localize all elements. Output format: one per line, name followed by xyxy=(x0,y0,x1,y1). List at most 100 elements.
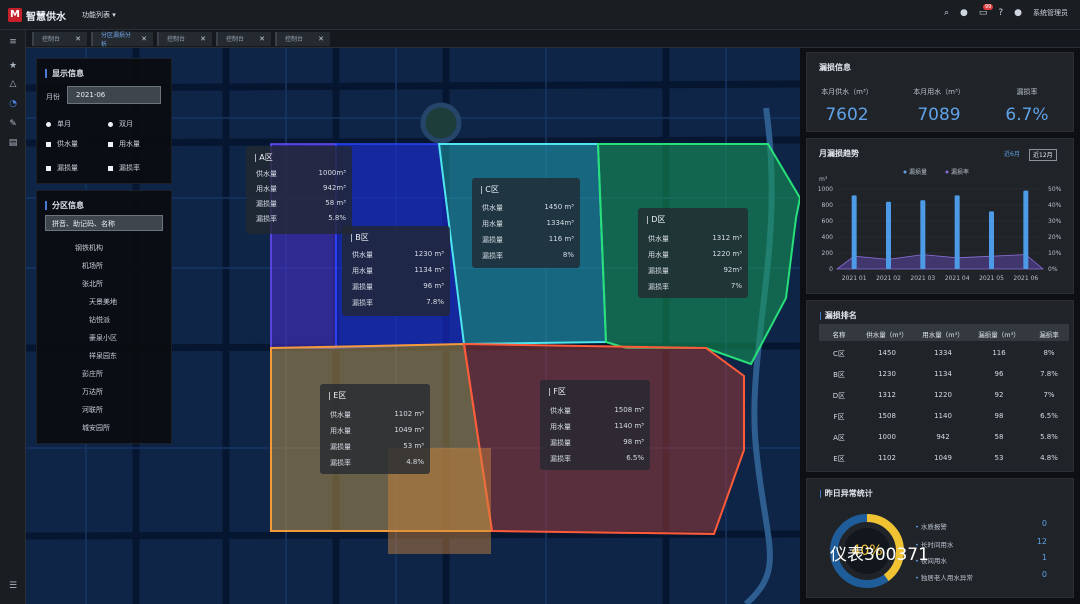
check-loss[interactable]: 漏损量 xyxy=(46,163,78,173)
abnormal-row-elderly[interactable]: • 独居老人用水异常 xyxy=(915,572,973,582)
col-name: 名称 xyxy=(832,331,846,339)
tab-leakage-analysis[interactable]: 分区漏损分析 ✕ xyxy=(91,31,153,48)
zone-card-d[interactable]: | D区 供水量 1312 m³ 用水量 1220 m³ 漏损量 92m³ 漏损… xyxy=(638,208,748,298)
ranking-cell: 6.5% xyxy=(1040,412,1058,420)
ranking-cell: 1230 xyxy=(878,370,896,378)
check-supply[interactable]: 供水量 xyxy=(46,139,78,149)
tab-console-4[interactable]: 控制台 ✕ xyxy=(275,31,330,46)
zone-card-e[interactable]: | E区 供水量 1102 m³ 用水量 1049 m³ 漏损量 53 m³ 漏… xyxy=(320,384,430,474)
y2-tick-label: 30% xyxy=(1048,218,1062,225)
loss-bar xyxy=(851,195,857,269)
tab-console-2[interactable]: 控制台 ✕ xyxy=(157,31,212,46)
col-loss: 漏损量（m³） xyxy=(978,331,1020,339)
partition-search-input[interactable]: 拼音、助记码、名称 xyxy=(45,215,163,231)
rate-label: 漏损率 xyxy=(352,299,373,307)
period-12m-button[interactable]: 近12月 xyxy=(1029,149,1057,161)
user-name[interactable]: 系统管理员 xyxy=(1033,8,1068,18)
close-icon[interactable]: ✕ xyxy=(259,35,265,43)
close-icon[interactable]: ✕ xyxy=(200,35,206,43)
menu-grid-icon[interactable]: ≡ xyxy=(7,36,19,48)
display-info-panel: 显示信息 月份 2021-06 单月 双月 供水量 用水量 漏损量 漏损率 xyxy=(36,58,172,184)
period-6m-button[interactable]: 近6月 xyxy=(1001,149,1023,161)
radio-single-month[interactable]: 单月 xyxy=(46,119,71,129)
ranking-cell: 58 xyxy=(994,433,1004,441)
tab-label: 控制台 xyxy=(42,36,61,43)
analysis-icon[interactable]: ◔ xyxy=(7,98,19,110)
supply-label: 供水量 xyxy=(330,411,351,419)
tree-item[interactable]: 天景美地 xyxy=(89,297,117,307)
tree-item[interactable]: 彭庄所 xyxy=(82,369,103,379)
supply-value: 1312 m³ xyxy=(712,234,742,242)
close-icon[interactable]: ✕ xyxy=(75,35,81,43)
tree-item[interactable]: 机场所 xyxy=(82,261,103,271)
loss-label: 漏损量 xyxy=(648,267,669,275)
close-icon[interactable]: ✕ xyxy=(318,35,324,43)
check-use[interactable]: 用水量 xyxy=(108,139,140,149)
tab-console-1[interactable]: 控制台 ✕ xyxy=(32,31,87,46)
close-icon[interactable]: ✕ xyxy=(141,35,147,43)
tree-item[interactable]: 河联所 xyxy=(82,405,103,415)
y-tick-label: 600 xyxy=(822,218,834,225)
search-icon[interactable]: ⌕ xyxy=(944,8,949,18)
ranking-cell: E区 xyxy=(833,455,845,463)
legend-rate-label: 漏损率 xyxy=(951,168,969,176)
ranking-cell: 1049 xyxy=(934,454,952,462)
abnormal-value-quality: 0 xyxy=(1041,519,1047,528)
month-picker[interactable]: 2021-06 xyxy=(67,86,161,104)
rate-label: 漏损率 xyxy=(648,283,669,291)
user-icon[interactable]: ● xyxy=(1014,8,1022,18)
ranking-cell: 1102 xyxy=(878,454,896,462)
tab-console-3[interactable]: 控制台 ✕ xyxy=(216,31,271,46)
loss-value: 98 m³ xyxy=(623,438,644,446)
function-menu-button[interactable]: 功能列表 ▾ xyxy=(82,10,116,20)
warning-icon[interactable]: △ xyxy=(7,78,19,90)
ranking-title: | 漏损排名 xyxy=(819,311,857,320)
zone-card-a[interactable]: | A区 供水量 1000m³ 用水量 942m³ 漏损量 58 m³ 漏损率 … xyxy=(246,146,352,234)
ranking-cell: 92 xyxy=(994,391,1004,399)
zone-card-b[interactable]: | B区 供水量 1230 m³ 用水量 1134 m³ 漏损量 96 m³ 漏… xyxy=(342,226,450,316)
rate-area xyxy=(835,254,1045,270)
ranking-cell: 1450 xyxy=(878,349,896,357)
tree-item[interactable]: 万达所 xyxy=(82,387,103,397)
zone-card-f[interactable]: | F区 供水量 1508 m³ 用水量 1140 m³ 漏损量 98 m³ 漏… xyxy=(540,380,650,470)
x-tick-label: 2021 04 xyxy=(945,275,970,282)
y2-tick-label: 20% xyxy=(1048,234,1062,241)
rate-value: 6.5% xyxy=(626,454,644,462)
collapse-icon[interactable]: ☰ xyxy=(7,580,19,592)
tab-bar: 控制台 ✕ 分区漏损分析 ✕ 控制台 ✕ 控制台 ✕ 控制台 ✕ xyxy=(26,30,1080,48)
supply-value: 1000m³ xyxy=(318,169,346,177)
legend-loss-label: 漏损量 xyxy=(909,168,927,176)
y2-tick-label: 10% xyxy=(1048,250,1062,257)
tree-item[interactable]: 豪泉小区 xyxy=(89,333,117,343)
abnormal-panel: | 昨日异常统计 40% • 水质报警 0 • 长时间用水 12 • 夜间用水 … xyxy=(806,478,1074,598)
message-icon[interactable]: ▭ 99 xyxy=(979,4,994,18)
zone-card-c[interactable]: | C区 供水量 1450 m³ 用水量 1334m³ 漏损量 116 m³ 漏… xyxy=(472,178,580,268)
use-label: 用水量 xyxy=(330,427,351,435)
use-value: 1140 m³ xyxy=(614,422,644,430)
tree-item[interactable]: 城安园所 xyxy=(82,423,110,433)
supply-kpi-value: 7602 xyxy=(825,105,869,125)
supply-label: 供水量 xyxy=(256,170,277,178)
app-logo: M xyxy=(8,8,22,22)
abnormal-row-quality[interactable]: • 水质报警 xyxy=(915,521,947,531)
ranking-cell: 1140 xyxy=(934,412,952,420)
tree-item[interactable]: 张北所 xyxy=(82,279,103,289)
supply-kpi-label: 本月供水（m³） xyxy=(821,88,873,96)
report-icon[interactable]: ▤ xyxy=(7,137,19,149)
tree-item[interactable]: 钻悦派 xyxy=(89,315,110,325)
check-rate[interactable]: 漏损率 xyxy=(108,163,140,173)
star-icon[interactable]: ★ xyxy=(7,60,19,72)
legend-rate-marker xyxy=(945,170,949,174)
rate-label: 漏损率 xyxy=(550,455,571,463)
loss-label: 漏损量 xyxy=(256,200,277,208)
use-value: 1220 m³ xyxy=(712,250,742,258)
edit-icon[interactable]: ✎ xyxy=(7,118,19,130)
bell-icon[interactable]: ● xyxy=(960,8,968,18)
tree-item[interactable]: 祥泉园东 xyxy=(89,351,117,361)
tree-item[interactable]: 钢铁机构 xyxy=(75,243,103,253)
left-rail: ≡ ★ △ ◔ ✎ ▤ ☰ xyxy=(0,30,26,604)
ranking-cell: 1220 xyxy=(934,391,952,399)
help-icon[interactable]: ? xyxy=(998,8,1003,18)
loss-bar xyxy=(920,200,926,269)
radio-double-month[interactable]: 双月 xyxy=(108,119,133,129)
